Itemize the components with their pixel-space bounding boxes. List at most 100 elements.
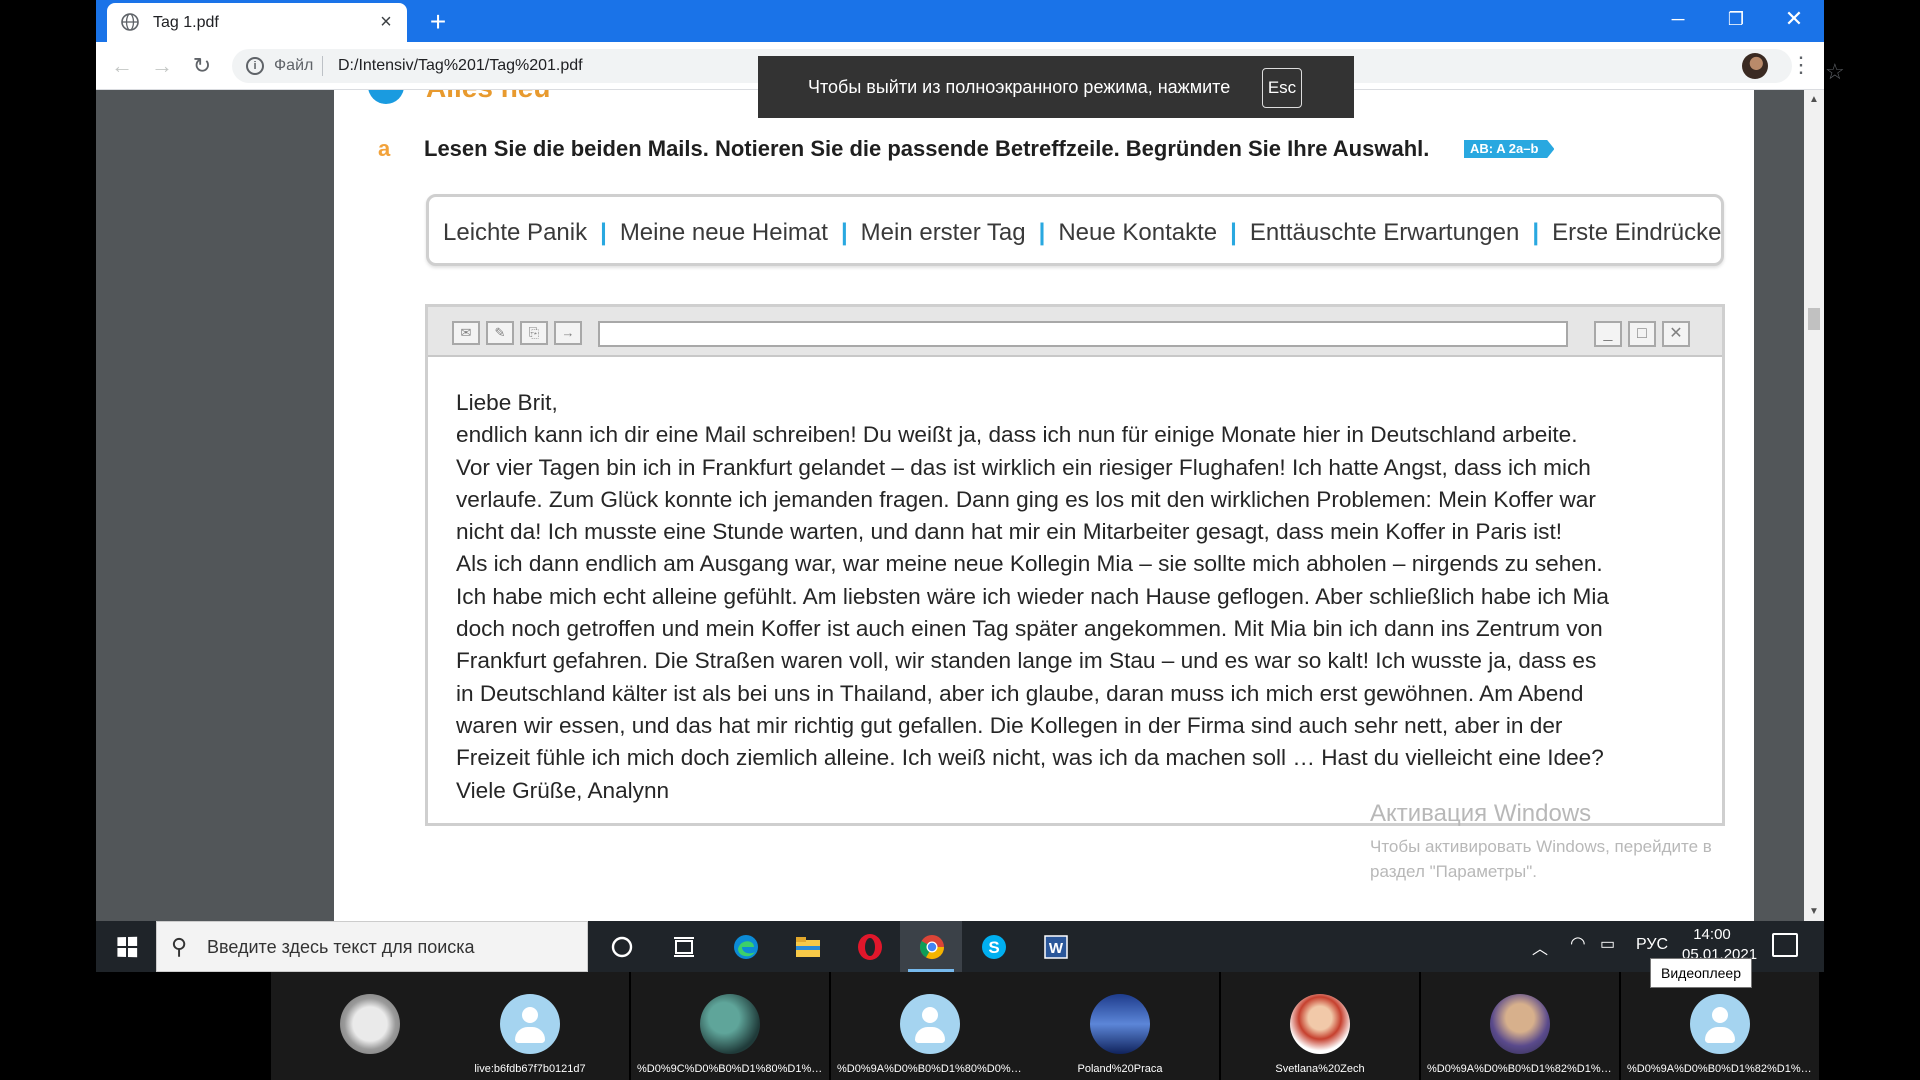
mail-line: doch noch getroffen und mein Koffer ist … [456, 616, 1603, 642]
clock-time: 14:00 [1693, 926, 1731, 943]
subject-option: Erste Eindrücke [1552, 219, 1722, 246]
mail-send-icon: → [554, 321, 582, 345]
participant-photo [1490, 994, 1550, 1054]
address-separator [322, 56, 323, 76]
subject-divider: | [840, 219, 848, 246]
forward-button[interactable]: → [148, 52, 176, 80]
subject-option: Enttäuschte Erwartungen [1249, 219, 1520, 246]
mail-attach-icon: ⎘ [520, 321, 548, 345]
mail-edit-icon: ✎ [486, 321, 514, 345]
subject-divider: | [600, 219, 607, 246]
scroll-up-icon[interactable]: ▲ [1809, 94, 1819, 105]
mail-line: verlaufe. Zum Glück konnte ich jemanden … [456, 486, 1596, 512]
browser-window: Tag 1.pdf × + ─ ❐ ✕ ← → ↻ i Файл D:/Inte… [96, 0, 1845, 921]
participant-name: live:b6fdb67f7b0121d7 [474, 1063, 586, 1075]
chrome-icon[interactable] [900, 921, 962, 972]
mail-toolbar: ✉ ✎ ⎘ → _ □ ✕ [428, 307, 1722, 357]
restore-button[interactable]: ❐ [1711, 4, 1761, 34]
participant-photo [340, 994, 400, 1054]
windows-activation-watermark: Активация Windows Чтобы активировать Win… [1370, 800, 1712, 884]
mail-line: waren wir essen, und das hat mir richtig… [456, 712, 1563, 738]
start-button[interactable] [96, 921, 156, 972]
svg-text:S: S [988, 938, 999, 957]
participant-tile[interactable]: %D0%9A%D0%B0%D1%82%D1%8F%D0%B0%D0%B5 [1621, 972, 1819, 1080]
scroll-down-icon[interactable]: ▼ [1809, 906, 1819, 917]
tab-pdf[interactable]: Tag 1.pdf × [107, 3, 407, 42]
participant-strip: live:b6fdb67f7b0121d7 %D0%9C%D0%B0%D1%80%… [0, 972, 1920, 1080]
participant-photo [1290, 994, 1350, 1054]
participant-name: Svetlana%20Zech [1275, 1063, 1365, 1075]
subject-divider: | [1532, 219, 1540, 246]
notifications-icon[interactable] [1772, 933, 1798, 957]
participant-name: Poland%20Praca [1077, 1063, 1163, 1075]
tray-chevron-up-icon[interactable]: ︿ [1532, 935, 1548, 959]
network-icon[interactable]: ◠ [1570, 933, 1586, 954]
subject-option: Leichte Panik [443, 219, 588, 246]
participant-tile[interactable]: %D0%9A%D0%B0%D1%80%D0%B0%D0%BB%D1%96%D0%… [831, 972, 1029, 1080]
cortana-icon[interactable] [590, 921, 652, 972]
mail-line: Ich habe mich echt alleine gefühlt. Am l… [456, 583, 1609, 609]
subject-list: Leichte Panik | Meine neue Heimat | Mein ers… [443, 219, 1721, 247]
mail-line: in Deutschland kälter ist als bei uns in… [456, 680, 1584, 706]
default-avatar-icon [1690, 994, 1750, 1054]
globe-icon [121, 13, 139, 31]
tooltip: Видеоплеер [1650, 958, 1753, 988]
mail-maximize-icon: □ [1628, 321, 1656, 347]
participant-name: %D0%9A%D0%B0%D1%82%D1%8E%D1%88%D0%B0 [1427, 1063, 1619, 1075]
mail-line: Vor vier Tagen bin ich in Frankfurt gela… [456, 454, 1591, 480]
pdf-scrollbar[interactable]: ▲ ▼ [1804, 90, 1824, 921]
minimize-button[interactable]: ─ [1653, 4, 1703, 34]
participant-tile[interactable]: %D0%9C%D0%B0%D1%80%D1%96%D0%B0 [631, 972, 829, 1080]
participant-tile[interactable]: Poland%20Praca [1021, 972, 1219, 1080]
windows-logo-icon [117, 936, 138, 958]
subject-options-box: Leichte Panik | Meine neue Heimat | Mein ers… [426, 194, 1724, 266]
participant-tile[interactable]: %D0%9A%D0%B0%D1%82%D1%8E%D1%88%D0%B0 [1421, 972, 1619, 1080]
participant-tile[interactable]: live:b6fdb67f7b0121d7 [431, 972, 629, 1080]
reload-button[interactable]: ↻ [188, 52, 216, 80]
mail-subject-field [598, 321, 1568, 347]
pdf-page: Alles neu a Lesen Sie die beiden Mails. … [334, 90, 1754, 921]
activation-line-2: раздел "Параметры". [1370, 862, 1538, 881]
participant-name: %D0%9A%D0%B0%D1%82%D1%8F%D0%B0%D0%B5 [1627, 1063, 1819, 1075]
menu-kebab-icon[interactable]: ⋮ [1790, 52, 1812, 78]
mail-minimize-icon: _ [1594, 321, 1622, 347]
task-view-icon[interactable] [652, 921, 714, 972]
mail-line: Frankfurt gefahren. Die Straßen waren vo… [456, 648, 1597, 674]
mail-line: endlich kann ich dir eine Mail schreiben… [456, 422, 1578, 448]
skype-icon[interactable]: S [962, 921, 1024, 972]
svg-text:W: W [1049, 940, 1064, 957]
section-title: Alles neu [426, 90, 550, 104]
language-indicator[interactable]: РУС [1636, 936, 1668, 954]
tab-strip: Tag 1.pdf × + ─ ❐ ✕ [96, 0, 1824, 42]
participant-tile[interactable]: Svetlana%20Zech [1221, 972, 1419, 1080]
fullscreen-toast: Чтобы выйти из полноэкранного режима, на… [758, 56, 1354, 118]
screen: Tag 1.pdf × + ─ ❐ ✕ ← → ↻ i Файл D:/Inte… [0, 0, 1920, 1080]
mail-line: nicht da! Ich musste eine Stunde warten,… [456, 519, 1563, 545]
file-explorer-icon[interactable] [776, 921, 838, 972]
taskbar-search[interactable]: ⚲ Введите здесь текст для поиска [156, 921, 588, 972]
workbook-reference-badge: AB: A 2a–b [1464, 140, 1555, 158]
default-avatar-icon [500, 994, 560, 1054]
opera-icon[interactable] [838, 921, 900, 972]
address-url[interactable]: D:/Intensiv/Tag%201/Tag%201.pdf [338, 57, 583, 75]
activation-line-1: Чтобы активировать Windows, перейдите в [1370, 837, 1712, 856]
back-button[interactable]: ← [108, 52, 136, 80]
profile-avatar[interactable] [1742, 53, 1768, 79]
mail-window: ✉ ✎ ⎘ → _ □ ✕ Liebe Brit, endlich kann ic… [425, 304, 1725, 826]
close-window-button[interactable]: ✕ [1769, 4, 1819, 34]
scroll-thumb[interactable] [1808, 308, 1820, 330]
edge-icon[interactable] [714, 921, 776, 972]
task-letter: a [378, 136, 391, 161]
search-icon: ⚲ [171, 934, 188, 959]
task-instruction: Lesen Sie die beiden Mails. Notieren Sie… [424, 136, 1430, 161]
battery-icon[interactable]: ▭ [1600, 934, 1615, 954]
mail-line: Liebe Brit, [456, 390, 558, 415]
tab-close-icon[interactable]: × [375, 11, 397, 33]
bookmark-star-icon[interactable]: ☆ [1825, 59, 1845, 85]
new-tab-button[interactable]: + [424, 8, 452, 36]
info-icon[interactable]: i [246, 57, 264, 75]
participant-name: %D0%9C%D0%B0%D1%80%D1%96%D0%B0 [637, 1063, 829, 1075]
subject-divider: | [1230, 219, 1237, 246]
word-icon[interactable]: W [1024, 921, 1086, 972]
mail-line: Als ich dann endlich am Ausgang war, war… [456, 551, 1603, 577]
